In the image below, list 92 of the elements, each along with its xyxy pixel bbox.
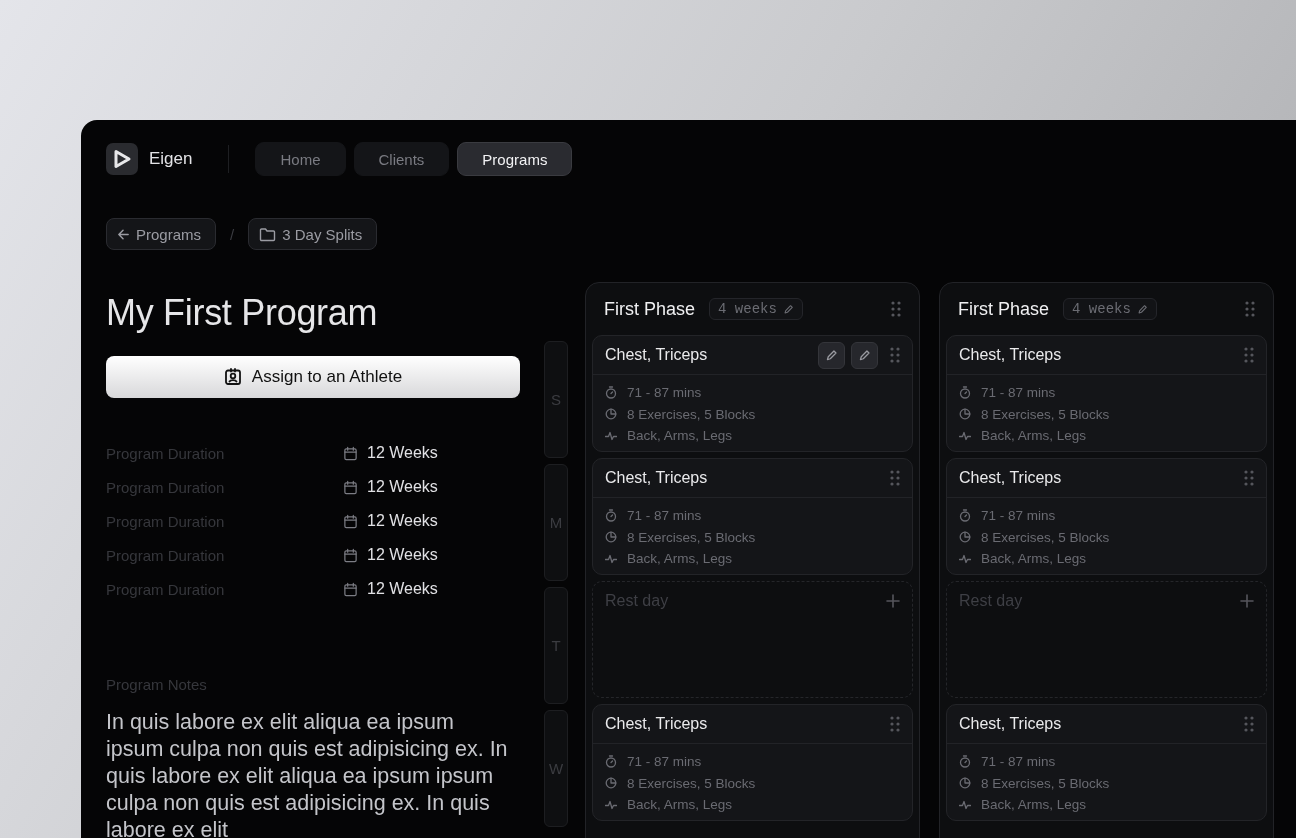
pencil-icon <box>782 303 794 315</box>
duration-text: 71 - 87 mins <box>981 754 1056 770</box>
stopwatch-icon <box>959 386 971 400</box>
duration-text: 71 - 87 mins <box>627 385 702 401</box>
calendar-icon <box>343 479 358 495</box>
pie-chart-icon <box>605 531 617 544</box>
calendar-icon <box>343 581 358 597</box>
contact-badge-icon <box>223 368 242 386</box>
stopwatch-icon <box>605 755 617 769</box>
stopwatch-icon <box>605 509 617 523</box>
drag-handle-icon[interactable] <box>1244 470 1254 486</box>
exercise-count-text: 8 Exercises, 5 Blocks <box>981 529 1110 545</box>
weeks-chip[interactable]: 4 weeks <box>709 298 803 320</box>
pulse-icon <box>605 429 617 442</box>
duration-text: 71 - 87 mins <box>627 754 702 770</box>
workout-title: Chest, Triceps <box>605 346 709 364</box>
pencil-icon <box>1136 303 1148 315</box>
muscle-groups-text: Back, Arms, Legs <box>627 797 733 813</box>
pie-chart-icon <box>959 531 971 544</box>
nav-tab[interactable]: Home <box>255 142 346 176</box>
program-title: My First Program <box>106 292 379 334</box>
exercise-count-text: 8 Exercises, 5 Blocks <box>627 529 756 545</box>
detail-value: 12 Weeks <box>367 444 438 462</box>
detail-value: 12 Weeks <box>367 580 438 598</box>
workout-card[interactable]: Chest, Triceps 71 - 87 mins 8 Exercises, 5 Blocks Back, Arms, Legs <box>592 458 913 575</box>
edit-button[interactable] <box>851 341 878 369</box>
muscle-groups-text: Back, Arms, Legs <box>627 428 733 444</box>
workout-card[interactable]: Chest, Triceps 71 - 87 mins 8 Exercises, 5 Blocks Back, Arms, Legs <box>592 704 913 821</box>
detail-value: 12 Weeks <box>367 478 438 496</box>
workout-title: Chest, Triceps <box>605 715 709 733</box>
add-icon[interactable] <box>1240 594 1254 608</box>
drag-handle-icon[interactable] <box>890 347 900 363</box>
muscle-groups-text: Back, Arms, Legs <box>981 797 1087 813</box>
workout-card[interactable]: Chest, Triceps 71 - 87 mins 8 Exercises, 5 Blocks Back, Arms, Legs <box>946 704 1267 821</box>
assign-button[interactable]: Assign to an Athlete <box>106 356 520 398</box>
calendar-icon <box>343 513 358 529</box>
stopwatch-icon <box>605 386 617 400</box>
exercise-count-text: 8 Exercises, 5 Blocks <box>981 775 1110 791</box>
pie-chart-icon <box>959 408 971 421</box>
calendar-icon <box>343 547 358 563</box>
drag-handle-icon[interactable] <box>890 470 900 486</box>
program-notes: In quis labore ex elit aliqua ea ipsum ipsum culpa non quis est adipisicing ex. In quis labore ex elit aliqua ea ipsum ipsum culpa non quis est adipisicing ex. In quis labore ex elit <box>106 709 509 838</box>
muscle-groups-text: Back, Arms, Legs <box>981 551 1087 567</box>
drag-handle-icon[interactable] <box>891 301 901 317</box>
drag-handle-icon[interactable] <box>1244 347 1254 363</box>
workout-card[interactable]: Chest, Triceps 71 - 87 mins 8 Exercises, 5 Blocks Back, Arms, Legs <box>946 335 1267 452</box>
calendar-icon <box>343 445 358 461</box>
add-icon[interactable] <box>886 594 900 608</box>
brand-name: Eigen <box>149 149 193 169</box>
drag-handle-icon[interactable] <box>890 716 900 732</box>
workout-title: Chest, Triceps <box>605 469 709 487</box>
workout-card[interactable]: Chest, Triceps 71 - 87 mins 8 Exercises, 5 Blocks Back, Arms, Legs <box>946 458 1267 575</box>
pulse-icon <box>959 552 971 565</box>
duration-text: 71 - 87 mins <box>981 385 1056 401</box>
detail-value: 12 Weeks <box>367 546 438 564</box>
detail-value: 12 Weeks <box>367 512 438 530</box>
workout-title: Chest, Triceps <box>959 715 1063 733</box>
phase-title: First Phase <box>958 298 1050 320</box>
pulse-icon <box>605 552 617 565</box>
muscle-groups-text: Back, Arms, Legs <box>627 551 733 567</box>
folder-breadcrumb[interactable]: 3 Day Splits <box>248 218 378 250</box>
phase-title: First Phase <box>604 298 696 320</box>
pie-chart-icon <box>605 777 617 790</box>
pie-chart-icon <box>605 408 617 421</box>
exercise-count-text: 8 Exercises, 5 Blocks <box>981 406 1110 422</box>
workout-title: Chest, Triceps <box>959 469 1063 487</box>
drag-handle-icon[interactable] <box>1245 301 1255 317</box>
workout-title: Chest, Triceps <box>959 346 1063 364</box>
nav-tab[interactable]: Clients <box>353 142 450 176</box>
stopwatch-icon <box>959 755 971 769</box>
back-button[interactable]: Programs <box>106 218 217 250</box>
muscle-groups-text: Back, Arms, Legs <box>981 428 1087 444</box>
pie-chart-icon <box>959 777 971 790</box>
edit-button[interactable] <box>818 341 845 369</box>
exercise-count-text: 8 Exercises, 5 Blocks <box>627 775 756 791</box>
pencil-icon <box>858 348 871 362</box>
stopwatch-icon <box>959 509 971 523</box>
nav-tab[interactable]: Programs <box>457 142 573 176</box>
pulse-icon <box>605 798 617 811</box>
pencil-icon <box>825 348 838 362</box>
workout-card[interactable]: Chest, Triceps 71 - 87 mins 8 Exercises, 5 Blocks Back, Arms, Legs <box>592 335 913 452</box>
back-arrow-icon <box>117 227 130 241</box>
folder-icon <box>259 226 277 242</box>
weeks-chip[interactable]: 4 weeks <box>1063 298 1157 320</box>
duration-text: 71 - 87 mins <box>981 508 1056 524</box>
exercise-count-text: 8 Exercises, 5 Blocks <box>627 406 756 422</box>
breadcrumb-separator: / <box>230 225 235 243</box>
drag-handle-icon[interactable] <box>1244 716 1254 732</box>
logo-icon <box>106 143 138 175</box>
pulse-icon <box>959 429 971 442</box>
pulse-icon <box>959 798 971 811</box>
duration-text: 71 - 87 mins <box>627 508 702 524</box>
